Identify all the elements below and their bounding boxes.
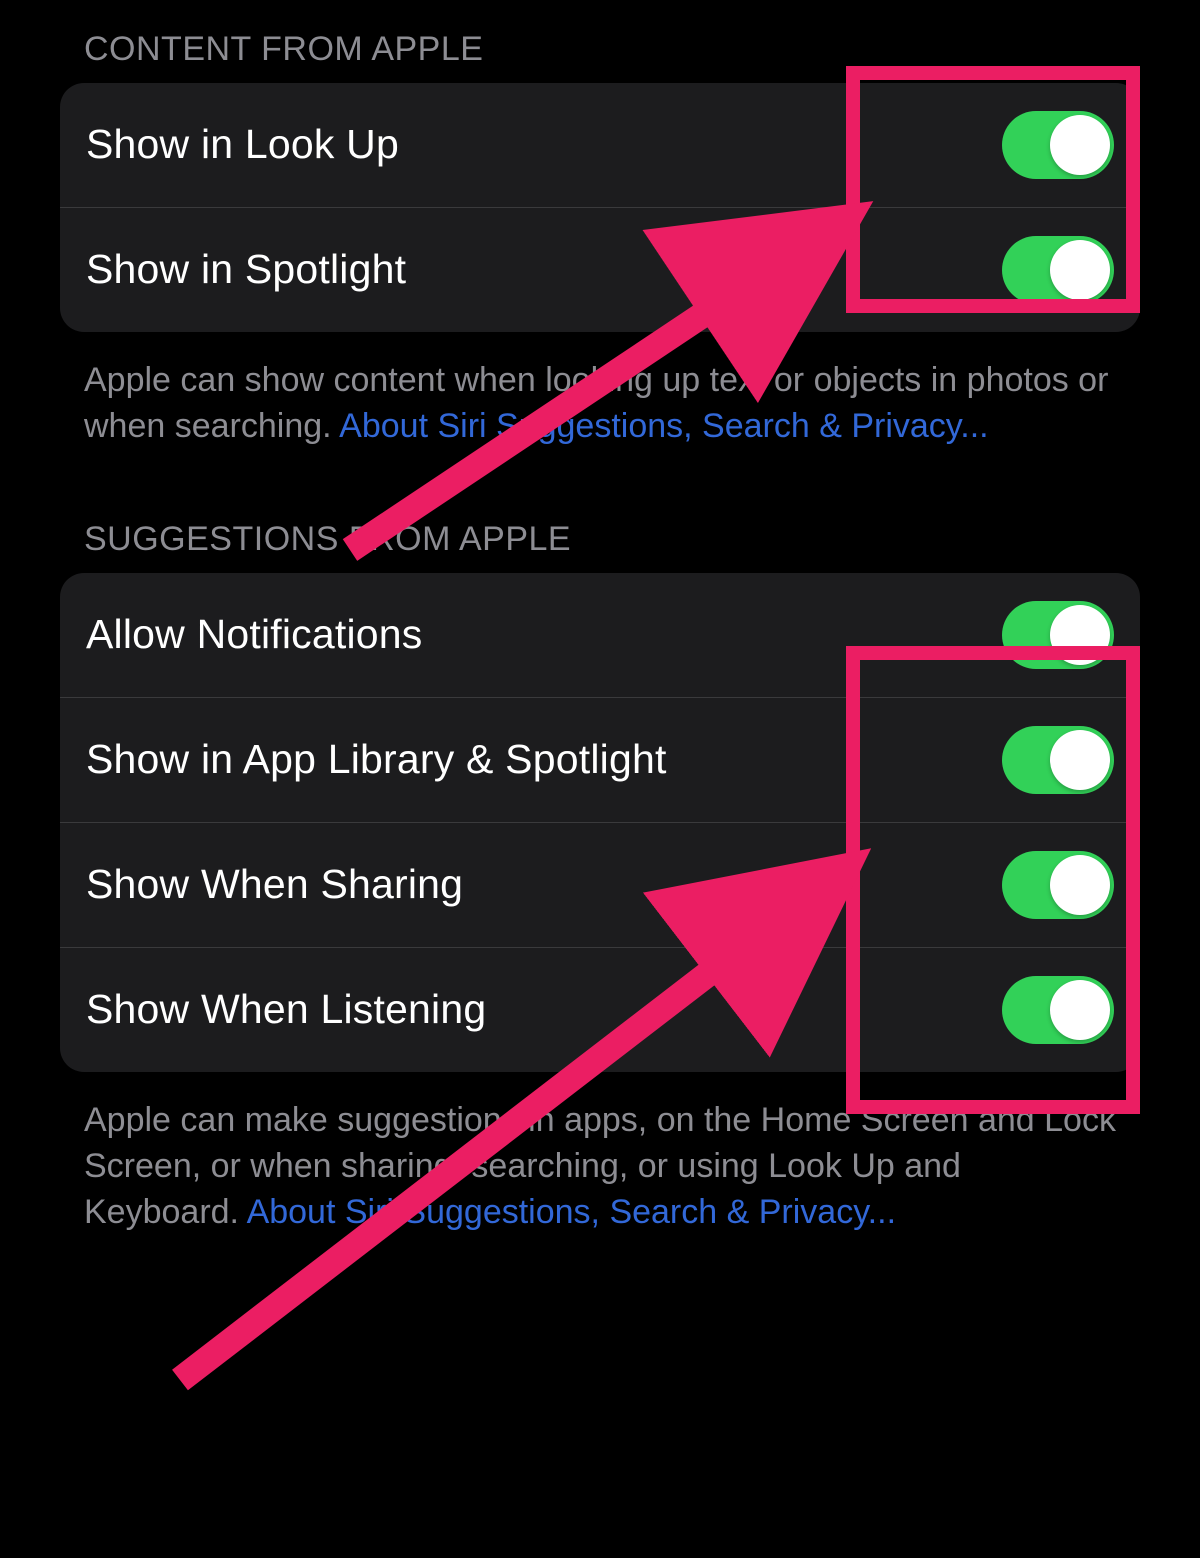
toggle-show-in-app-library-spotlight[interactable] [1002,726,1114,794]
section-footer-suggestions-from-apple: Apple can make suggestions in apps, on t… [84,1098,1116,1236]
section-header-suggestions-from-apple: SUGGESTIONS FROM APPLE [84,520,1140,559]
row-label: Show in Spotlight [86,246,426,293]
toggle-show-in-look-up[interactable] [1002,111,1114,179]
about-siri-privacy-link[interactable]: About Siri Suggestions, Search & Privacy… [247,1193,896,1231]
row-show-in-look-up: Show in Look Up [60,83,1140,207]
settings-group-content-from-apple: Show in Look Up Show in Spotlight [60,83,1140,332]
toggle-show-in-spotlight[interactable] [1002,236,1114,304]
row-show-in-spotlight: Show in Spotlight [60,207,1140,332]
toggle-show-when-sharing[interactable] [1002,851,1114,919]
toggle-knob [1050,115,1110,175]
row-show-when-sharing: Show When Sharing [60,822,1140,947]
row-show-when-listening: Show When Listening [60,947,1140,1072]
toggle-knob [1050,980,1110,1040]
toggle-knob [1050,605,1110,665]
about-siri-privacy-link[interactable]: About Siri Suggestions, Search & Privacy… [339,407,988,445]
toggle-allow-notifications[interactable] [1002,601,1114,669]
toggle-knob [1050,240,1110,300]
row-label: Show When Sharing [86,861,483,908]
row-show-in-app-library-spotlight: Show in App Library & Spotlight [60,697,1140,822]
row-allow-notifications: Allow Notifications [60,573,1140,697]
toggle-knob [1050,730,1110,790]
section-footer-content-from-apple: Apple can show content when looking up t… [84,358,1116,450]
section-header-content-from-apple: CONTENT FROM APPLE [84,30,1140,69]
row-label: Show in Look Up [86,121,419,168]
row-label: Show When Listening [86,986,506,1033]
settings-group-suggestions-from-apple: Allow Notifications Show in App Library … [60,573,1140,1072]
row-label: Allow Notifications [86,611,443,658]
row-label: Show in App Library & Spotlight [86,736,687,783]
toggle-show-when-listening[interactable] [1002,976,1114,1044]
toggle-knob [1050,855,1110,915]
